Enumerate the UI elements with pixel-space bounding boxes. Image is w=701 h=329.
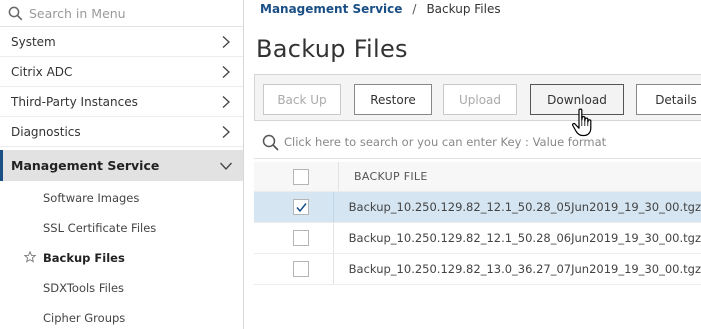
- sidebar-subitem-cipher-groups[interactable]: Cipher Groups: [0, 303, 243, 329]
- sidebar-subitem-label: SSL Certificate Files: [43, 221, 157, 235]
- sidebar-item-label: System: [11, 34, 56, 49]
- sidebar-subitem-ssl-certificate-files[interactable]: SSL Certificate Files: [0, 213, 243, 243]
- breadcrumb: Management Service / Backup Files: [260, 2, 501, 16]
- select-all-cell: [254, 162, 339, 191]
- sidebar-item-diagnostics[interactable]: Diagnostics: [0, 117, 243, 147]
- row-select-cell: [254, 192, 334, 222]
- sidebar-subitem-sdxtools-files[interactable]: SDXTools Files: [0, 273, 243, 303]
- search-icon: [8, 6, 23, 20]
- row-select-cell: [254, 223, 334, 253]
- breadcrumb-current: Backup Files: [426, 2, 501, 16]
- select-all-checkbox[interactable]: [293, 168, 309, 185]
- star-icon[interactable]: [24, 251, 36, 263]
- backup-file-name: Backup_10.250.129.82_13.0_36.27_07Jun201…: [348, 262, 701, 276]
- search-icon: [262, 134, 279, 151]
- column-header-backup-file[interactable]: BACKUP FILE: [339, 170, 428, 183]
- row-checkbox[interactable]: [293, 230, 309, 246]
- row-checkbox[interactable]: [293, 261, 309, 277]
- action-toolbar: Back Up Restore Upload Download Details: [254, 74, 701, 121]
- breadcrumb-link-management-service[interactable]: Management Service: [260, 2, 402, 16]
- chevron-right-icon: [222, 35, 230, 48]
- sidebar-item-label: Diagnostics: [11, 124, 81, 139]
- details-button[interactable]: Details: [636, 84, 701, 115]
- chevron-down-icon: [220, 162, 232, 170]
- menu-search-input[interactable]: Search in Menu: [0, 0, 243, 27]
- main-content: Management Service / Backup Files Backup…: [245, 0, 701, 329]
- chevron-right-icon: [222, 95, 230, 108]
- sidebar-subitem-label: Backup Files: [43, 251, 125, 265]
- table-header-row: BACKUP FILE: [254, 162, 701, 192]
- menu-search-placeholder: Search in Menu: [29, 5, 126, 21]
- sidebar-subitem-label: SDXTools Files: [43, 281, 125, 295]
- table-search-placeholder: Click here to search or you can enter Ke…: [284, 135, 607, 149]
- sidebar-item-label: Third-Party Instances: [11, 94, 138, 109]
- table-search-input[interactable]: Click here to search or you can enter Ke…: [254, 126, 701, 159]
- backup-files-table: BACKUP FILE Backup_10.250.129.82_12.1_50…: [254, 162, 701, 285]
- row-select-cell: [254, 254, 334, 284]
- sidebar-subitem-software-images[interactable]: Software Images: [0, 183, 243, 213]
- sidebar-subitem-label: Cipher Groups: [43, 311, 126, 325]
- sidebar-item-management-service[interactable]: Management Service: [0, 150, 243, 181]
- chevron-right-icon: [222, 125, 230, 138]
- back-up-button[interactable]: Back Up: [263, 84, 341, 115]
- row-checkbox[interactable]: [293, 199, 309, 215]
- table-row[interactable]: Backup_10.250.129.82_12.1_50.28_06Jun201…: [254, 223, 701, 254]
- backup-file-name: Backup_10.250.129.82_12.1_50.28_06Jun201…: [348, 231, 701, 245]
- chevron-right-icon: [222, 65, 230, 78]
- table-row[interactable]: Backup_10.250.129.82_13.0_36.27_07Jun201…: [254, 254, 701, 285]
- restore-button[interactable]: Restore: [354, 84, 432, 115]
- sidebar-item-citrix-adc[interactable]: Citrix ADC: [0, 57, 243, 87]
- sidebar-item-label: Citrix ADC: [11, 64, 73, 79]
- check-icon: [295, 202, 307, 212]
- sidebar-subitem-backup-files[interactable]: Backup Files: [0, 243, 243, 273]
- upload-button[interactable]: Upload: [443, 84, 517, 115]
- backup-file-name: Backup_10.250.129.82_12.1_50.28_05Jun201…: [348, 200, 701, 214]
- page-title: Backup Files: [256, 35, 408, 63]
- sidebar: Search in Menu System Citrix ADC Third-P…: [0, 0, 244, 329]
- sidebar-item-label: Management Service: [11, 158, 160, 173]
- sidebar-subitem-label: Software Images: [43, 191, 140, 205]
- breadcrumb-separator: /: [412, 2, 417, 16]
- sidebar-item-system[interactable]: System: [0, 27, 243, 57]
- table-row[interactable]: Backup_10.250.129.82_12.1_50.28_05Jun201…: [254, 192, 701, 223]
- sidebar-item-third-party-instances[interactable]: Third-Party Instances: [0, 87, 243, 117]
